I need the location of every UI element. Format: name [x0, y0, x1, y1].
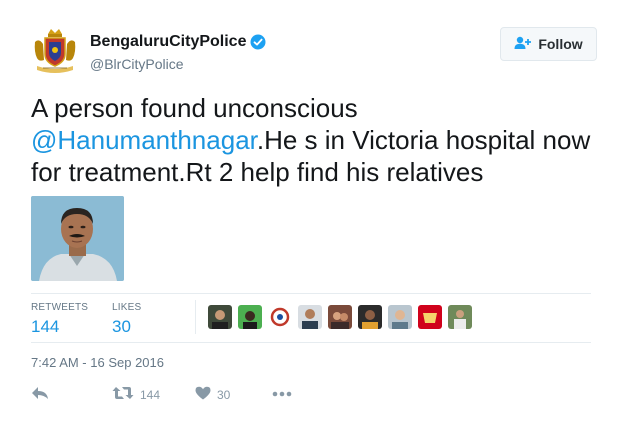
likes-label: LIKES	[112, 302, 142, 313]
liker-avatar[interactable]	[418, 305, 442, 329]
liker-avatar[interactable]	[388, 305, 412, 329]
liker-avatar[interactable]	[268, 305, 292, 329]
user-display-name[interactable]: BengaluruCityPolice	[90, 33, 246, 51]
likes-count[interactable]: 30	[112, 317, 141, 337]
stats-divider	[195, 300, 196, 334]
retweets-label: RETWEETS	[31, 302, 89, 313]
heart-icon	[195, 386, 211, 403]
more-icon	[272, 386, 292, 400]
police-emblem-icon[interactable]	[31, 28, 79, 74]
liker-avatar[interactable]	[448, 305, 472, 329]
mention-link[interactable]: @Hanumanthnagar	[31, 125, 257, 155]
liker-avatar[interactable]	[208, 305, 232, 329]
more-button[interactable]	[272, 386, 292, 400]
reply-icon	[31, 386, 49, 403]
retweet-count: 144	[140, 387, 161, 402]
reply-button[interactable]	[31, 386, 49, 403]
tweet-stats: RETWEETS 144 LIKES 30	[31, 293, 591, 343]
follow-button-label: Follow	[538, 36, 583, 52]
retweets-stat[interactable]: RETWEETS 144	[31, 302, 88, 337]
liker-avatar[interactable]	[298, 305, 322, 329]
tweet-timestamp[interactable]: 7:42 AM - 16 Sep 2016	[31, 355, 164, 370]
retweet-icon	[112, 386, 134, 403]
liker-avatar[interactable]	[238, 305, 262, 329]
tweet-header: BengaluruCityPolice @BlrCityPolice Follo…	[31, 26, 597, 76]
likes-stat[interactable]: LIKES 30	[112, 302, 141, 337]
retweets-count[interactable]: 144	[31, 317, 88, 337]
add-user-icon	[514, 36, 532, 53]
verified-badge-icon	[250, 34, 266, 50]
tweet-actions: 144 30	[31, 386, 331, 406]
liker-avatars	[208, 305, 472, 329]
liker-avatar[interactable]	[358, 305, 382, 329]
user-display-name-row[interactable]: BengaluruCityPolice	[90, 33, 266, 51]
user-handle[interactable]: @BlrCityPolice	[90, 56, 184, 72]
tweet-text: A person found unconscious @Hanumanthnaga…	[31, 92, 591, 188]
tweet-photo[interactable]	[31, 196, 124, 281]
follow-button[interactable]: Follow	[500, 27, 597, 61]
tweet-text-before: A person found unconscious	[31, 93, 358, 123]
liker-avatar[interactable]	[328, 305, 352, 329]
retweet-button[interactable]: 144	[112, 386, 160, 403]
like-count: 30	[217, 387, 231, 402]
like-button[interactable]: 30	[195, 386, 230, 403]
